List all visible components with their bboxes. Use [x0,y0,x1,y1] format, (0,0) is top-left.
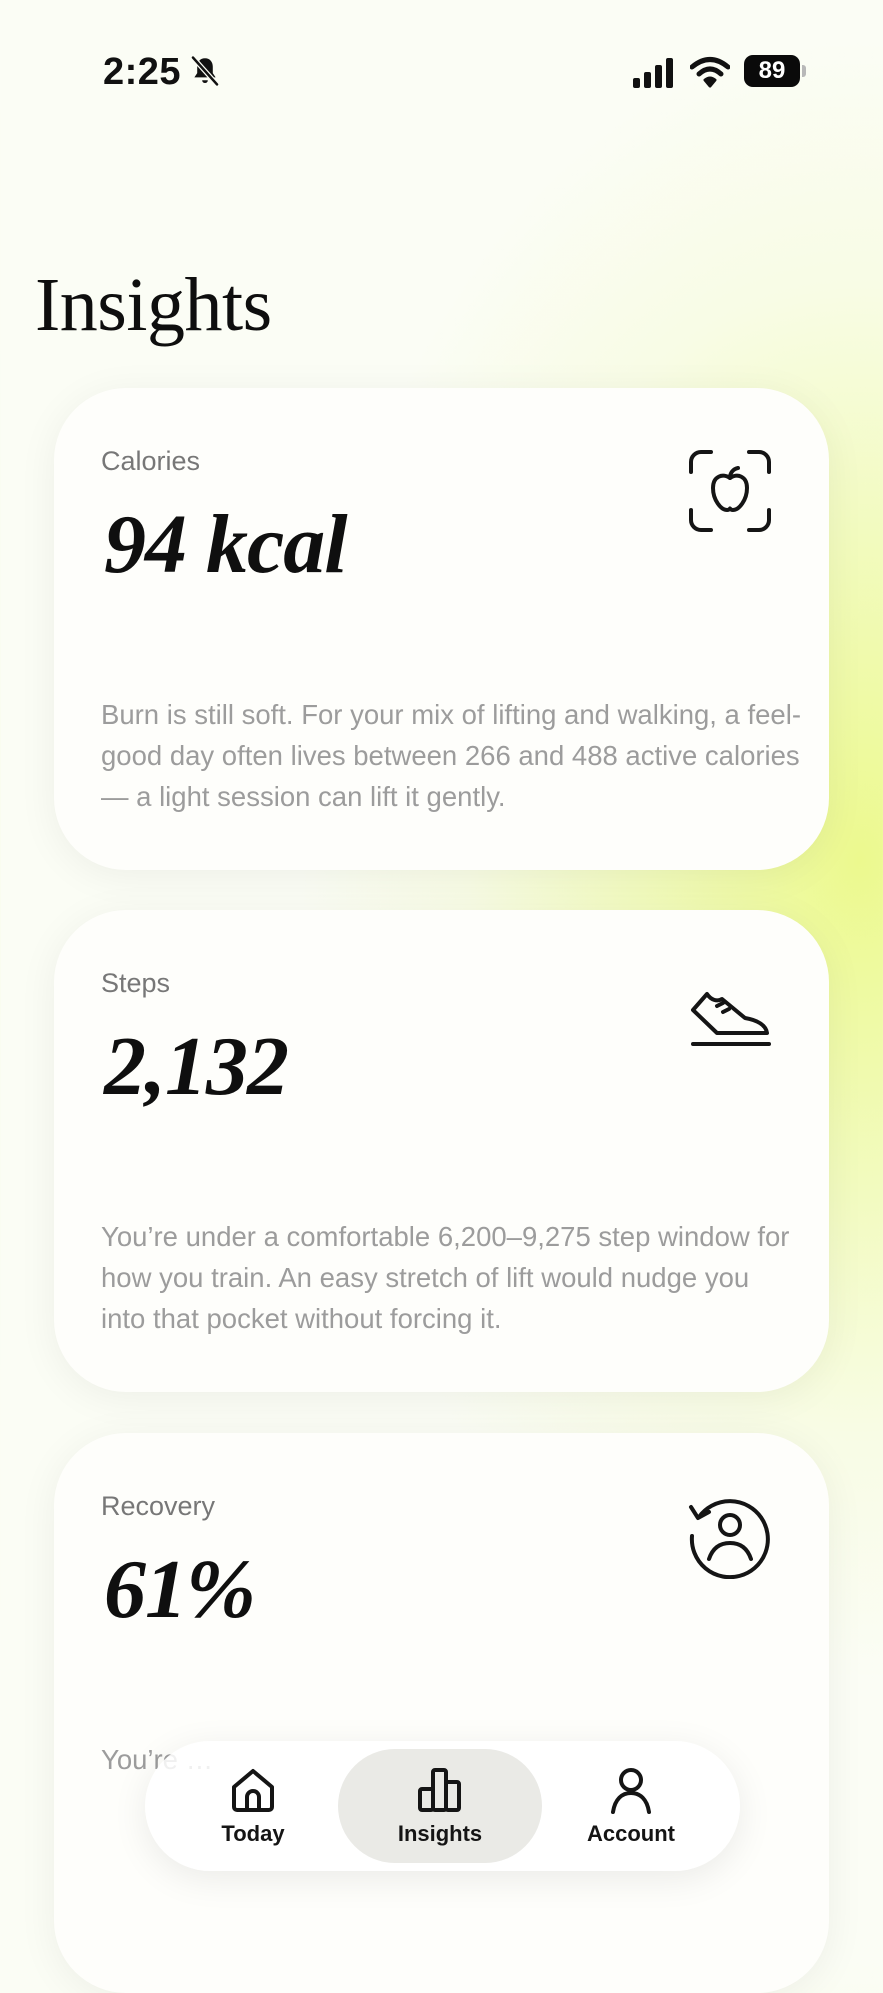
sneaker-icon [691,992,771,1046]
card-label: Recovery [101,1491,216,1521]
battery-cap [802,65,806,77]
bottom-navigation: Today Insights Account [145,1741,740,1871]
nav-tab-insights[interactable]: Insights [338,1749,542,1863]
apple-scan-icon [689,450,771,532]
calories-card[interactable]: Calories 94 kcal Burn is still soft. For… [54,388,829,870]
card-label: Steps [101,968,171,998]
card-description: You’re under a comfortable 6,200–9,275 s… [101,1221,790,1334]
battery-indicator: 89 [744,55,806,87]
nav-tab-account[interactable]: Account [529,1749,733,1863]
card-description: Burn is still soft. For your mix of lift… [101,699,801,812]
bell-slash-icon [191,55,219,87]
status-bar: 2:25 89 [0,0,883,140]
card-label: Calories [101,446,201,476]
person-icon [611,1768,651,1814]
nav-tab-label: Account [587,1821,675,1846]
nav-tab-today[interactable]: Today [151,1749,355,1863]
card-value: 61% [104,1543,256,1636]
card-value: 2,132 [104,1020,289,1113]
nav-tab-label: Insights [397,1821,483,1846]
wifi-icon [690,57,730,88]
steps-card[interactable]: Steps 2,132 You’re under a comfortable 6… [54,910,829,1392]
person-refresh-icon [689,1499,770,1579]
cellular-signal-icon [633,58,673,88]
bar-chart-icon [418,1768,461,1812]
card-value: 94 kcal [104,498,348,591]
nav-tab-label: Today [221,1821,285,1846]
page-title: Insights [35,263,272,347]
status-time: 2:25 [103,51,182,93]
home-icon [232,1769,274,1812]
battery-level: 89 [744,55,800,87]
recovery-card[interactable]: Recovery 61% You’re … [54,1433,829,1993]
